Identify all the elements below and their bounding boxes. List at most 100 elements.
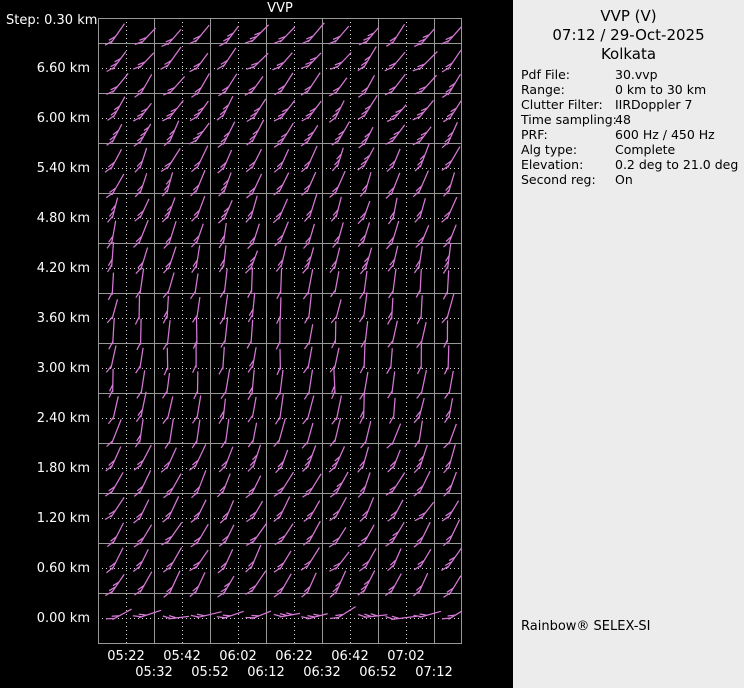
wind-barb bbox=[219, 173, 232, 197]
wind-barb bbox=[108, 273, 113, 300]
wind-barb bbox=[385, 74, 405, 95]
wind-barb bbox=[246, 174, 261, 198]
wind-barb bbox=[305, 324, 313, 349]
wind-barb bbox=[301, 53, 321, 69]
wind-barb bbox=[274, 100, 295, 121]
wind-barb bbox=[277, 269, 282, 299]
wind-barb bbox=[163, 396, 173, 423]
wind-barb bbox=[360, 497, 374, 521]
wind-barb bbox=[137, 370, 145, 398]
info-row: Second reg:On bbox=[513, 172, 744, 187]
wind-barb bbox=[245, 251, 257, 274]
wind-barb bbox=[136, 348, 144, 373]
info-value: 600 Hz / 450 Hz bbox=[615, 127, 715, 142]
wind-barb bbox=[247, 320, 253, 349]
wind-barb bbox=[415, 502, 434, 521]
info-label: Pdf File: bbox=[521, 67, 570, 82]
info-row: Time sampling:48 bbox=[513, 112, 744, 127]
wind-barb bbox=[135, 148, 147, 172]
wind-barb bbox=[189, 25, 209, 44]
wind-barb bbox=[274, 613, 300, 617]
wind-barb bbox=[134, 445, 151, 470]
wind-barb bbox=[444, 172, 455, 196]
wind-barb bbox=[301, 125, 318, 146]
wind-barb bbox=[386, 221, 398, 249]
wind-barb bbox=[360, 172, 371, 196]
wind-barb bbox=[107, 124, 122, 145]
wind-barb bbox=[246, 196, 257, 223]
wind-barb bbox=[107, 299, 117, 323]
wind-barb bbox=[387, 105, 406, 122]
wind-barb bbox=[414, 611, 441, 617]
wind-barb bbox=[417, 295, 422, 324]
y-axis-label: 5.40 km bbox=[2, 161, 90, 176]
wind-barb bbox=[194, 371, 198, 399]
wind-barb bbox=[386, 125, 405, 144]
wind-barb bbox=[441, 548, 461, 570]
wind-barb bbox=[276, 450, 288, 473]
wind-barb bbox=[190, 550, 209, 571]
info-label: Time sampling: bbox=[521, 112, 617, 127]
wind-barb bbox=[390, 398, 396, 424]
wind-barb bbox=[162, 100, 183, 121]
wind-barb bbox=[330, 53, 351, 70]
wind-barb bbox=[219, 399, 225, 424]
wind-barb bbox=[445, 371, 454, 399]
wind-barb bbox=[109, 319, 114, 349]
wind-barb bbox=[218, 200, 232, 223]
wind-barb bbox=[219, 26, 238, 46]
wind-barb bbox=[108, 396, 118, 424]
wind-barb bbox=[301, 548, 320, 571]
info-value: 48 bbox=[615, 112, 631, 127]
wind-barb bbox=[413, 171, 428, 197]
x-axis-label: 06:02 bbox=[210, 650, 266, 664]
x-axis-label: 06:52 bbox=[350, 666, 406, 680]
wind-barb bbox=[272, 53, 292, 70]
wind-barb bbox=[274, 497, 290, 522]
y-axis-label: 1.80 km bbox=[2, 461, 90, 476]
info-row: Range:0 km to 30 km bbox=[513, 82, 744, 97]
wind-barb bbox=[107, 51, 126, 71]
wind-barb bbox=[246, 545, 261, 572]
wind-barb bbox=[359, 127, 373, 148]
wind-barb bbox=[445, 398, 453, 422]
wind-barb bbox=[136, 248, 148, 274]
info-label: Range: bbox=[521, 82, 565, 97]
wind-barb bbox=[360, 271, 367, 299]
wind-barb bbox=[137, 319, 141, 350]
wind-barb bbox=[245, 76, 263, 95]
wind-barb bbox=[414, 398, 424, 423]
wind-barb bbox=[220, 294, 228, 324]
wind-barb bbox=[275, 524, 293, 545]
wind-barb bbox=[444, 424, 457, 448]
wind-barb bbox=[189, 444, 205, 470]
wind-barb bbox=[106, 447, 121, 472]
wind-barb bbox=[105, 149, 122, 172]
wind-barb bbox=[386, 616, 417, 619]
wind-barb bbox=[358, 46, 377, 70]
y-axis-label: 0.60 km bbox=[2, 561, 90, 576]
wind-barb bbox=[386, 473, 405, 496]
wind-barb bbox=[303, 396, 314, 425]
wind-barb bbox=[273, 199, 287, 223]
x-axis-label: 06:42 bbox=[322, 650, 378, 664]
wind-barb bbox=[418, 343, 422, 374]
wind-barb bbox=[387, 348, 393, 374]
wind-barb bbox=[359, 548, 376, 571]
wind-barb bbox=[274, 472, 294, 496]
wind-barb bbox=[221, 369, 230, 399]
wind-barb bbox=[444, 345, 448, 374]
wind-barb bbox=[330, 497, 347, 520]
wind-barb bbox=[189, 123, 209, 144]
wind-barb bbox=[385, 52, 405, 71]
wind-barb bbox=[413, 51, 438, 71]
wind-barb bbox=[388, 549, 402, 571]
wind-barb bbox=[219, 525, 234, 546]
wind-barb bbox=[163, 320, 170, 349]
wind-barb bbox=[274, 173, 289, 195]
wind-barb bbox=[164, 221, 176, 248]
wind-barb bbox=[245, 25, 269, 43]
x-axis-label: 06:12 bbox=[238, 666, 294, 680]
wind-barb bbox=[358, 201, 370, 224]
wind-barb bbox=[191, 274, 199, 299]
